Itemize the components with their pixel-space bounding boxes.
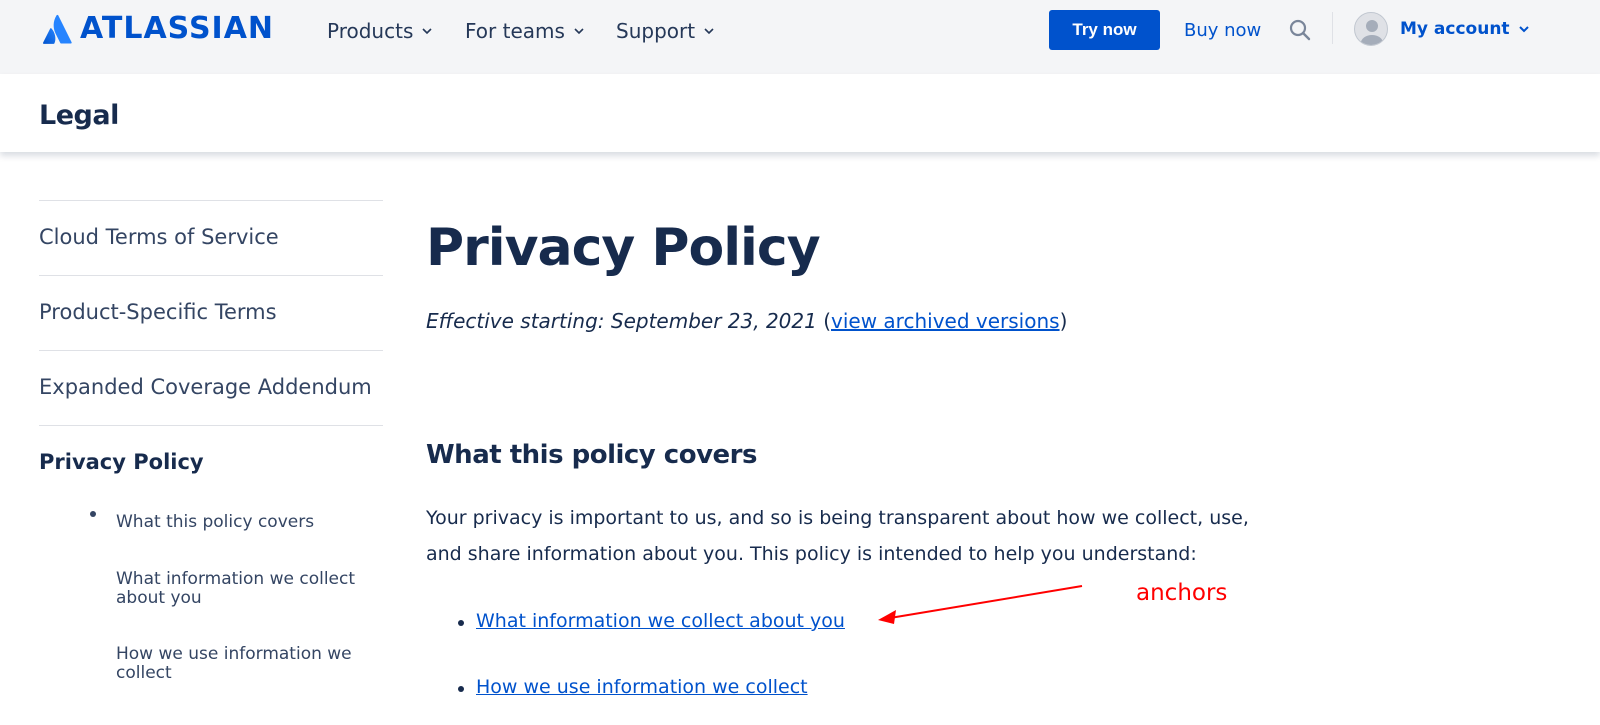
logo-text: ATLASSIAN (80, 11, 275, 46)
annotation-arrow-icon (878, 585, 1083, 624)
nav-products-label: Products (327, 19, 414, 43)
atlassian-logo[interactable]: ATLASSIAN (42, 12, 274, 46)
avatar[interactable] (1354, 12, 1388, 46)
list-item: How we use information we collect (458, 676, 808, 698)
sidebar-item-product-terms[interactable]: Product-Specific Terms (39, 275, 383, 350)
try-now-button[interactable]: Try now (1049, 10, 1160, 50)
sidebar-subitem-info-collected[interactable]: What information we collect about you (116, 570, 376, 608)
chevron-down-icon (574, 28, 584, 35)
anchor-link-info-use[interactable]: How we use information we collect (476, 676, 808, 698)
nav-support[interactable]: Support (616, 18, 715, 44)
intro-paragraph: Your privacy is important to us, and so … (426, 507, 1249, 565)
nav-products[interactable]: Products (327, 18, 433, 44)
bullet (458, 620, 464, 626)
sidebar-subitem-policy-covers[interactable]: What this policy covers (116, 513, 376, 532)
sidebar-sub-bullet (90, 511, 96, 517)
section-title: What this policy covers (426, 440, 757, 470)
sidebar-subitem-info-use[interactable]: How we use information we collect (116, 645, 376, 683)
chevron-down-icon (1518, 26, 1529, 33)
buy-now-link[interactable]: Buy now (1184, 20, 1261, 41)
legal-subheader: Legal (0, 74, 1600, 152)
list-item: What information we collect about you (458, 610, 845, 632)
anchor-link-info-collected[interactable]: What information we collect about you (476, 610, 845, 632)
search-icon[interactable] (1288, 18, 1312, 42)
archived-versions-link[interactable]: view archived versions (831, 309, 1060, 333)
nav-divider (1332, 12, 1333, 44)
my-account-menu[interactable]: My account (1400, 19, 1530, 39)
sidebar-item-cloud-terms[interactable]: Cloud Terms of Service (39, 200, 383, 275)
subheader-title[interactable]: Legal (39, 100, 119, 131)
legal-sidebar: Cloud Terms of Service Product-Specific … (39, 200, 383, 500)
chevron-down-icon (422, 28, 432, 35)
atlassian-logo-icon (42, 14, 72, 44)
nav-for-teams-label: For teams (465, 19, 565, 43)
annotation-label: anchors (1136, 580, 1228, 606)
effective-date-text: Effective starting: September 23, 2021 (426, 309, 817, 333)
chevron-down-icon (704, 28, 714, 35)
my-account-label: My account (1400, 19, 1510, 39)
user-icon (1360, 20, 1384, 45)
bullet (458, 686, 464, 692)
effective-date: Effective starting: September 23, 2021 (… (426, 309, 1068, 333)
nav-support-label: Support (616, 19, 696, 43)
page-title: Privacy Policy (426, 218, 821, 278)
sidebar-item-expanded-coverage[interactable]: Expanded Coverage Addendum (39, 350, 383, 425)
top-navigation: ATLASSIAN Products For teams Support Try… (0, 0, 1600, 74)
sidebar-item-privacy-policy[interactable]: Privacy Policy (39, 425, 383, 500)
nav-for-teams[interactable]: For teams (465, 18, 585, 44)
